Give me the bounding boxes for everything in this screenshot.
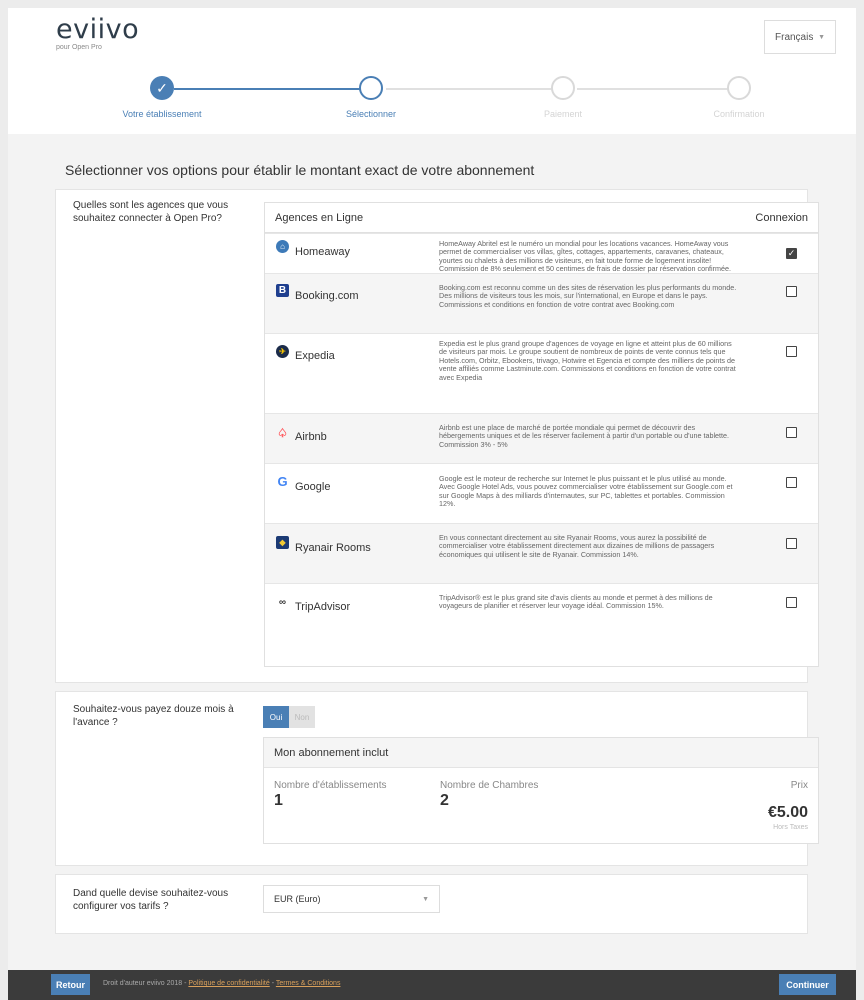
agency-row-homeaway: ⌂ Homeaway HomeAway Abritel est le numér… (265, 233, 818, 273)
language-select[interactable]: Français ▼ (764, 20, 836, 54)
subscription-summary: Mon abonnement inclut Nombre d'établisse… (263, 737, 819, 844)
rooms-label: Nombre de Chambres (440, 780, 539, 791)
copyright-text: Droit d'auteur eviivo 2018 - (103, 980, 187, 987)
currency-card: Dand quelle devise souhaitez-vous config… (55, 874, 808, 934)
agency-description: TripAdvisor® est le plus grand site d'av… (439, 593, 713, 611)
agency-name: Homeaway (295, 246, 351, 258)
step-2-circle (359, 76, 383, 100)
currency-select[interactable]: EUR (Euro) ▼ (263, 885, 440, 913)
agency-description: Google est le moteur de recherche sur In… (439, 474, 733, 509)
prepay-toggle: Oui Non (263, 706, 315, 728)
step-label-confirmation: Confirmation (713, 109, 765, 119)
agency-name: Expedia (295, 350, 335, 362)
agency-row-tripadvisor: ∞ TripAdvisor TripAdvisor® est le plus g… (265, 583, 818, 633)
step-connector (577, 88, 739, 90)
tripadvisor-checkbox[interactable] (786, 597, 797, 608)
currency-question: Dand quelle devise souhaitez-vous config… (73, 888, 229, 912)
agency-name: Google (295, 481, 331, 493)
agency-row-airbnb: ♤ Airbnb Airbnb est une place de marché … (265, 413, 818, 463)
step-label-etablissement: Votre établissement (122, 109, 202, 119)
prepay-yes-button[interactable]: Oui (263, 706, 289, 728)
logo-wordmark: eviivo (56, 14, 140, 45)
step-label-selectionner: Sélectionner (345, 109, 397, 119)
step-1-check-icon: ✓ (150, 76, 174, 100)
agency-description: Booking.com est reconnu comme un des sit… (439, 283, 737, 309)
privacy-link[interactable]: Politique de confidentialité (188, 980, 269, 987)
agency-row-expedia: ✈ Expedia Expedia est le plus grand grou… (265, 333, 818, 413)
agency-description: Airbnb est une place de marché de portée… (439, 423, 730, 449)
booking-checkbox[interactable] (786, 286, 797, 297)
ryanair-icon: ◆ (276, 536, 289, 549)
subscription-title: Mon abonnement inclut (264, 738, 818, 768)
continue-button[interactable]: Continuer (779, 974, 836, 995)
agency-name: Ryanair Rooms (295, 542, 371, 554)
tripadvisor-icon: ∞ (278, 597, 287, 608)
ryanair-checkbox[interactable] (786, 538, 797, 549)
agency-description: Expedia est le plus grand groupe d'agenc… (439, 339, 736, 382)
agency-row-google: G Google Google est le moteur de recherc… (265, 463, 818, 523)
footer-bar: Retour Droit d'auteur eviivo 2018 - Poli… (8, 970, 856, 1000)
main-content: Sélectionner vos options pour établir le… (8, 134, 856, 970)
airbnb-checkbox[interactable] (786, 427, 797, 438)
agency-name: TripAdvisor (295, 601, 351, 613)
header-online-agencies: Agences en Ligne (275, 211, 364, 224)
price-label: Prix (790, 780, 808, 791)
homeaway-icon: ⌂ (276, 240, 289, 253)
footer-separator: - (271, 980, 275, 987)
step-4-circle (727, 76, 751, 100)
google-icon: G (277, 474, 288, 489)
chevron-down-icon: ▼ (818, 33, 825, 41)
agencies-table-header: Agences en Ligne Connexion (265, 203, 818, 233)
prepay-question: Souhaitez-vous payez douze mois à l'avan… (73, 704, 234, 728)
expedia-checkbox[interactable] (786, 346, 797, 357)
header-connection: Connexion (755, 211, 808, 224)
step-3-circle (551, 76, 575, 100)
prepay-card: Souhaitez-vous payez douze mois à l'avan… (55, 691, 819, 866)
step-label-paiement: Paiement (543, 109, 583, 119)
google-checkbox[interactable] (786, 477, 797, 488)
price-value: €5.00 (767, 804, 808, 821)
expedia-icon: ✈ (276, 345, 289, 358)
establishments-label: Nombre d'établissements (274, 780, 387, 791)
homeaway-checkbox[interactable]: ✓ (786, 248, 797, 259)
agencies-card: Quelles sont les agences que vous souhai… (55, 189, 819, 683)
agency-row-booking: B Booking.com Booking.com est reconnu co… (265, 273, 818, 333)
chevron-down-icon: ▼ (422, 895, 429, 903)
step-connector (386, 88, 553, 90)
agencies-table: Agences en Ligne Connexion ⌂ Homeaway Ho… (264, 202, 819, 667)
agency-row-ryanair: ◆ Ryanair Rooms En vous connectant direc… (265, 523, 818, 583)
top-header: eviivo pour Open Pro Français ▼ (8, 8, 856, 64)
agency-name: Airbnb (295, 431, 327, 443)
price-tax-note: Hors Taxes (773, 824, 808, 831)
establishments-value: 1 (274, 792, 283, 809)
logo-subtitle: pour Open Pro (56, 44, 102, 51)
currency-value: EUR (Euro) (274, 894, 321, 904)
step-connector (174, 88, 362, 90)
progress-stepper: ✓ Votre établissement Sélectionner Paiem… (8, 64, 856, 134)
agency-name: Booking.com (295, 290, 359, 302)
back-button[interactable]: Retour (51, 974, 90, 995)
agencies-question: Quelles sont les agences que vous souhai… (73, 200, 229, 224)
booking-icon: B (276, 284, 289, 297)
footer-text: Droit d'auteur eviivo 2018 - Politique d… (103, 980, 340, 987)
eviivo-logo[interactable]: eviivo pour Open Pro (56, 16, 139, 51)
prepay-no-button[interactable]: Non (289, 706, 315, 728)
page-title: Sélectionner vos options pour établir le… (65, 162, 535, 178)
agency-description: En vous connectant directement au site R… (439, 533, 715, 559)
language-value: Français (775, 31, 814, 43)
agency-description: HomeAway Abritel est le numéro un mondia… (439, 239, 732, 274)
terms-link[interactable]: Termes & Conditions (276, 980, 341, 987)
rooms-value: 2 (440, 792, 449, 809)
airbnb-icon: ♤ (277, 425, 288, 440)
